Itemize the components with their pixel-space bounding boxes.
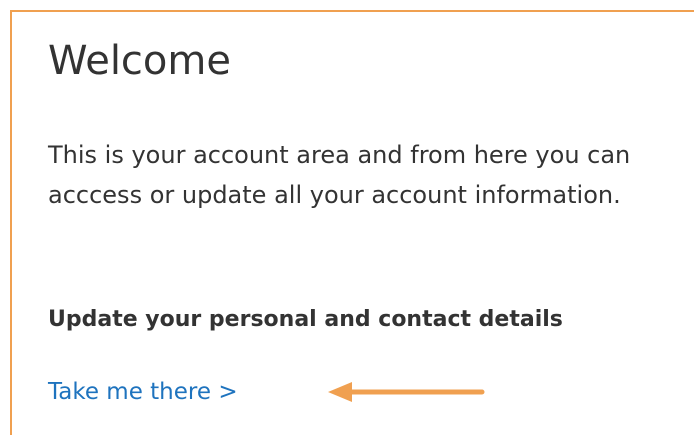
- intro-text: This is your account area and from here …: [48, 141, 631, 209]
- page-title: Welcome: [48, 38, 231, 84]
- section-heading: Update your personal and contact details: [48, 307, 563, 332]
- take-me-there-link[interactable]: Take me there >: [48, 372, 238, 412]
- left-arrow-icon: [328, 382, 485, 402]
